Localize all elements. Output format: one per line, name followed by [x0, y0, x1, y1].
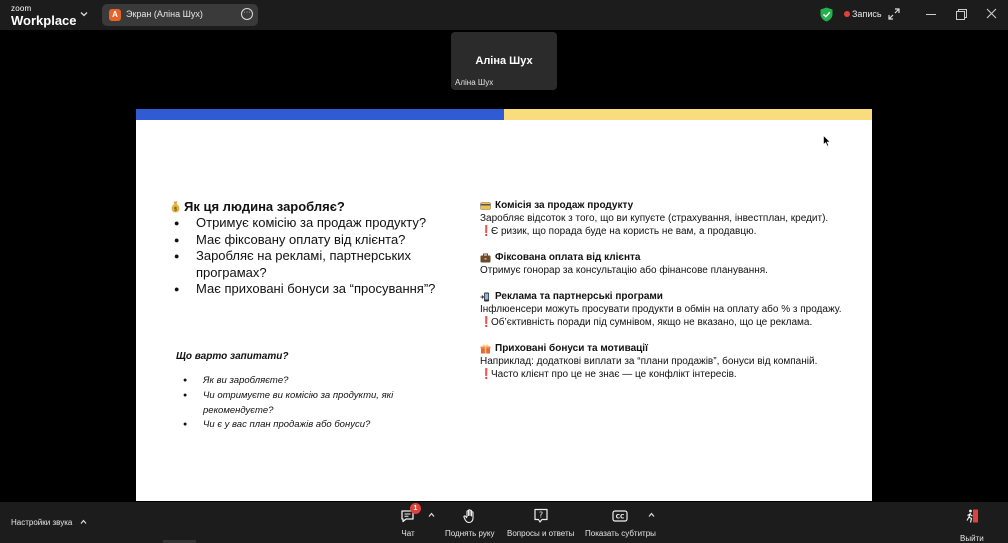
share-title: Экран (Аліна Шух)	[126, 9, 203, 19]
captions-label: Показать субтитры	[585, 529, 656, 538]
section-fixed-fee: Фіксована оплата від клієнта Отримує гон…	[480, 251, 850, 277]
money-bag-icon: $	[171, 201, 180, 212]
top-bar: zoom Workplace A Экран (Аліна Шух) ··· З…	[0, 0, 1008, 30]
participant-name: Аліна Шух	[475, 55, 533, 67]
chevron-up-icon[interactable]	[80, 519, 87, 525]
raise-hand-button[interactable]: Поднять руку	[445, 508, 494, 538]
svg-text:$: $	[174, 206, 178, 212]
questions-list: Як ви заробляєте? Чи отримуєте ви комісі…	[176, 374, 416, 433]
section-heading: Комісія за продаж продукту	[480, 199, 850, 212]
recording-dot-icon	[844, 11, 850, 17]
more-options-icon[interactable]: ···	[241, 8, 253, 20]
leave-meeting-button[interactable]: Выйти	[960, 508, 984, 543]
shared-slide: $ Як ця людина заробляє? Отримує комісію…	[136, 93, 872, 501]
section-title: Приховані бонуси та мотивації	[495, 343, 648, 354]
restore-window-icon[interactable]	[956, 9, 967, 20]
section-hidden-bonuses: Приховані бонуси та мотивації Наприклад:…	[480, 342, 850, 381]
logo-small-text: zoom	[11, 4, 32, 13]
credit-card-icon	[480, 201, 491, 210]
list-item: Чи є у вас план продажів або бонуси?	[176, 418, 416, 433]
slide-right-column: Комісія за продаж продукту Заробляє відс…	[480, 199, 850, 394]
warning-text: Є ризик, що порада буде на користь не ва…	[491, 226, 757, 237]
warning-line: ❗ Об’єктивність поради під сумнівом, якщ…	[480, 316, 850, 329]
slide-left-column: $ Як ця людина заробляє? Отримує комісію…	[170, 199, 480, 298]
gift-icon	[480, 344, 491, 353]
warning-text: Об’єктивність поради під сумнівом, якщо …	[491, 317, 813, 328]
flag-stripe-yellow	[504, 109, 872, 120]
question-bubble-icon: ?	[534, 508, 548, 523]
svg-text:CC: CC	[616, 514, 625, 521]
section-ads-partners: Реклама та партнерські програми Інфлюенс…	[480, 290, 850, 329]
slide-heading-text: Як ця людина заробляє?	[184, 199, 345, 214]
exclamation-icon: ❗	[480, 369, 493, 380]
participant-label: Аліна Шух	[455, 78, 494, 87]
warning-line: ❗ Часто клієнт про це не знає — це конфл…	[480, 368, 850, 381]
section-text: Отримує гонорар за консультацію або фіна…	[480, 265, 768, 276]
section-heading: Приховані бонуси та мотивації	[480, 342, 850, 355]
close-window-icon[interactable]	[986, 8, 997, 19]
bottom-toolbar: Настройки звука 1 Чат Поднять руку ? Воп…	[0, 502, 1008, 543]
svg-text:?: ?	[539, 511, 543, 520]
recording-label[interactable]: Запись	[852, 9, 882, 19]
chat-label: Чат	[401, 529, 415, 538]
chevron-up-icon[interactable]	[428, 512, 435, 518]
closed-captions-icon: CC	[612, 510, 629, 522]
slide-heading: $ Як ця людина заробляє?	[170, 199, 480, 214]
qa-button[interactable]: ? Вопросы и ответы	[507, 508, 574, 538]
section-heading: Фіксована оплата від клієнта	[480, 251, 850, 264]
encryption-shield-icon[interactable]	[820, 7, 833, 22]
section-text: Наприклад: додаткові виплати за “плани п…	[480, 356, 818, 367]
captions-button[interactable]: CC Показать субтитры	[585, 508, 656, 538]
list-item: Отримує комісію за продаж продукту?	[170, 215, 480, 232]
warning-line: ❗ Є ризик, що порада буде на користь не …	[480, 225, 850, 238]
section-title: Комісія за продаж продукту	[495, 200, 634, 211]
exclamation-icon: ❗	[480, 226, 493, 237]
logo-big-text: Workplace	[11, 13, 77, 28]
qa-label: Вопросы и ответы	[507, 529, 575, 538]
briefcase-icon	[480, 253, 491, 262]
questions-title: Що варто запитати?	[176, 351, 289, 362]
chat-unread-badge: 1	[410, 503, 421, 514]
chevron-up-icon[interactable]	[648, 512, 655, 518]
earnings-list: Отримує комісію за продаж продукту? Має …	[170, 215, 480, 298]
section-title: Реклама та партнерські програми	[495, 291, 663, 302]
exclamation-icon: ❗	[480, 317, 493, 328]
chat-button[interactable]: 1 Чат	[400, 503, 421, 538]
chevron-down-icon[interactable]	[79, 9, 89, 19]
leave-door-icon	[966, 509, 978, 523]
participant-tile[interactable]: Аліна Шух Аліна Шух	[451, 32, 557, 90]
section-text: Заробляє відсоток з того, що ви купуєте …	[480, 213, 829, 224]
audio-settings-button[interactable]: Настройки звука	[11, 518, 72, 527]
raise-hand-label: Поднять руку	[445, 529, 495, 538]
warning-text: Часто клієнт про це не знає — це конфлік…	[491, 369, 737, 380]
sharer-avatar: A	[109, 9, 121, 21]
flag-stripe-blue	[136, 109, 504, 120]
slide-top-band	[136, 93, 872, 109]
list-item: Заробляє на рекламі, партнерських програ…	[170, 248, 480, 281]
list-item: Має фіксовану оплату від клієнта?	[170, 232, 480, 249]
list-item: Чи отримуєте ви комісію за продукти, які…	[176, 389, 416, 419]
fullscreen-icon[interactable]	[888, 8, 900, 20]
section-title: Фіксована оплата від клієнта	[495, 252, 641, 263]
screen-share-pill[interactable]: A Экран (Аліна Шух) ···	[102, 4, 258, 26]
section-heading: Реклама та партнерські програми	[480, 290, 850, 303]
mouse-cursor-icon	[823, 135, 831, 147]
section-commission: Комісія за продаж продукту Заробляє відс…	[480, 199, 850, 238]
list-item: Має приховані бонуси за “просування”?	[170, 281, 480, 298]
leave-label: Выйти	[960, 534, 984, 543]
hand-icon	[463, 509, 474, 524]
minimize-window-icon[interactable]	[926, 14, 936, 15]
phone-ad-icon	[480, 292, 489, 301]
section-text: Інфлюенсери можуть просувати продукти в …	[480, 304, 842, 315]
zoom-logo: zoom Workplace	[11, 4, 77, 28]
list-item: Як ви заробляєте?	[176, 374, 416, 389]
